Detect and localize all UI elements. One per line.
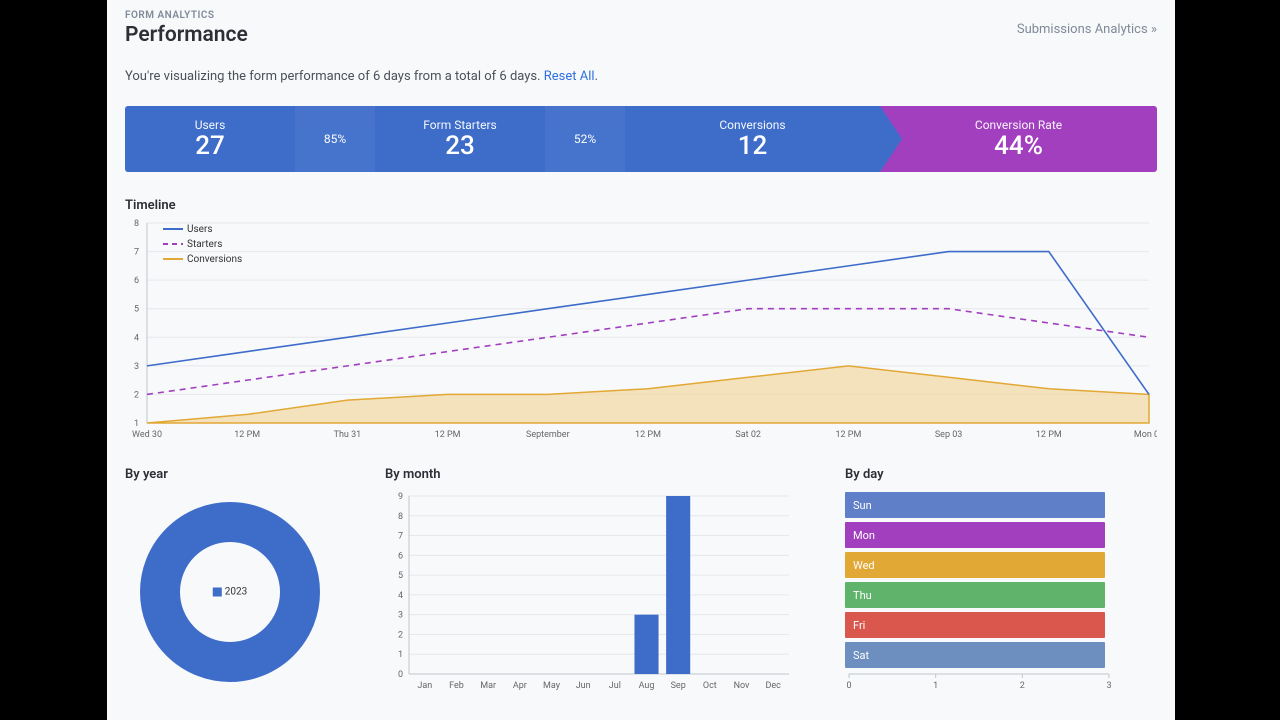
by-month-chart[interactable]: 0 1 2 3 4 5 6 7 8 9 Jan Feb Mar Apr May Jun Jul Aug Sep Oct… — [385, 492, 795, 692]
svg-text:0: 0 — [846, 681, 851, 690]
svg-text:Users: Users — [187, 224, 213, 235]
funnel-bar: Users 27 85% Form Starters 23 52% Conver… — [125, 106, 1157, 172]
svg-text:1: 1 — [398, 650, 403, 660]
day-bar-sat[interactable]: Sat — [845, 642, 1105, 668]
by-day-panel: By day Sun Mon Wed Thu Fri Sat 0 1 2 3 — [845, 467, 1157, 696]
svg-text:1: 1 — [134, 419, 139, 429]
day-bar-wed[interactable]: Wed — [845, 552, 1105, 578]
svg-text:Nov: Nov — [734, 681, 750, 691]
funnel-rate-value: 44% — [994, 132, 1043, 161]
by-year-legend: 2023 — [213, 587, 247, 598]
legend-swatch-icon — [213, 588, 222, 597]
svg-text:Feb: Feb — [449, 681, 464, 691]
svg-text:Mon 04: Mon 04 — [1134, 430, 1157, 440]
timeline-title: Timeline — [125, 198, 1157, 213]
by-year-title: By year — [125, 467, 355, 482]
funnel-rate[interactable]: Conversion Rate 44% — [880, 106, 1157, 172]
day-bar-fri[interactable]: Fri — [845, 612, 1105, 638]
day-bar-thu[interactable]: Thu — [845, 582, 1105, 608]
svg-text:12 PM: 12 PM — [835, 430, 861, 440]
funnel-rate-label: Conversion Rate — [975, 118, 1062, 132]
svg-text:8: 8 — [134, 219, 139, 229]
svg-text:Aug: Aug — [639, 681, 655, 691]
svg-text:2: 2 — [134, 390, 139, 400]
svg-text:8: 8 — [398, 512, 403, 522]
svg-text:Thu 31: Thu 31 — [334, 430, 362, 440]
svg-text:12 PM: 12 PM — [1036, 430, 1062, 440]
breadcrumb: FORM ANALYTICS — [125, 10, 1157, 21]
svg-text:Apr: Apr — [513, 681, 527, 691]
funnel-starters[interactable]: Form Starters 23 — [375, 106, 545, 172]
by-year-chart[interactable]: 2023 — [125, 492, 335, 692]
funnel-conversions-label: Conversions — [719, 118, 785, 132]
funnel-conversions[interactable]: Conversions 12 — [625, 106, 880, 172]
svg-text:May: May — [543, 681, 561, 691]
svg-text:Oct: Oct — [703, 681, 717, 691]
funnel-conversions-value: 12 — [738, 132, 768, 161]
svg-text:Sep: Sep — [671, 681, 686, 691]
by-year-label: 2023 — [225, 587, 247, 598]
funnel-users-value: 27 — [195, 132, 225, 161]
svg-text:Jan: Jan — [417, 681, 432, 691]
svg-text:3: 3 — [1106, 681, 1111, 690]
page-title: Performance — [125, 23, 1157, 47]
day-bar-mon[interactable]: Mon — [845, 522, 1105, 548]
svg-text:12 PM: 12 PM — [635, 430, 661, 440]
reset-all-link[interactable]: Reset All — [544, 69, 595, 84]
funnel-pct-1: 85% — [295, 106, 375, 172]
submissions-analytics-link[interactable]: Submissions Analytics » — [1017, 22, 1157, 37]
svg-text:1: 1 — [933, 681, 938, 690]
svg-text:Conversions: Conversions — [187, 254, 242, 265]
svg-text:7: 7 — [134, 248, 139, 258]
svg-text:2: 2 — [1020, 681, 1025, 690]
svg-text:Dec: Dec — [765, 681, 781, 691]
svg-text:4: 4 — [398, 591, 403, 601]
funnel-starters-value: 23 — [445, 132, 475, 161]
by-month-title: By month — [385, 467, 815, 482]
svg-text:Mar: Mar — [480, 681, 496, 691]
svg-text:Sat 02: Sat 02 — [735, 430, 761, 440]
funnel-pct-2: 52% — [545, 106, 625, 172]
svg-text:5: 5 — [134, 305, 139, 315]
svg-text:Jul: Jul — [609, 681, 621, 691]
svg-text:3: 3 — [398, 611, 403, 621]
day-bar-sun[interactable]: Sun — [845, 492, 1105, 518]
svg-text:September: September — [526, 430, 570, 440]
svg-text:0: 0 — [398, 670, 403, 680]
svg-text:9: 9 — [398, 492, 403, 502]
by-month-panel: By month 0 1 2 3 4 5 6 7 8 9 Jan Feb Mar Apr May Jun Jul… — [385, 467, 815, 696]
by-year-panel: By year 2023 — [125, 467, 355, 696]
description: You're visualizing the form performance … — [125, 69, 1157, 84]
svg-text:Starters: Starters — [187, 239, 222, 250]
svg-text:Jun: Jun — [576, 681, 591, 691]
funnel-starters-label: Form Starters — [423, 118, 496, 132]
svg-text:3: 3 — [134, 362, 139, 372]
description-text: You're visualizing the form performance … — [125, 69, 544, 84]
svg-text:Wed 30: Wed 30 — [132, 430, 162, 440]
svg-text:6: 6 — [134, 276, 139, 286]
by-day-chart[interactable]: Sun Mon Wed Thu Fri Sat — [845, 492, 1105, 668]
funnel-users[interactable]: Users 27 — [125, 106, 295, 172]
svg-text:Sep 03: Sep 03 — [935, 430, 963, 440]
timeline-chart[interactable]: 1 2 3 4 5 6 7 8 Wed 30 12 PM Thu 31 12 PM September 1… — [125, 219, 1157, 445]
svg-text:7: 7 — [398, 532, 403, 542]
svg-text:12 PM: 12 PM — [435, 430, 461, 440]
description-suffix: . — [595, 69, 598, 84]
svg-text:2: 2 — [398, 630, 403, 640]
by-day-title: By day — [845, 467, 1157, 482]
svg-text:4: 4 — [134, 333, 139, 343]
svg-text:5: 5 — [398, 571, 403, 581]
svg-text:12 PM: 12 PM — [234, 430, 260, 440]
svg-text:6: 6 — [398, 551, 403, 561]
funnel-users-label: Users — [195, 118, 226, 132]
